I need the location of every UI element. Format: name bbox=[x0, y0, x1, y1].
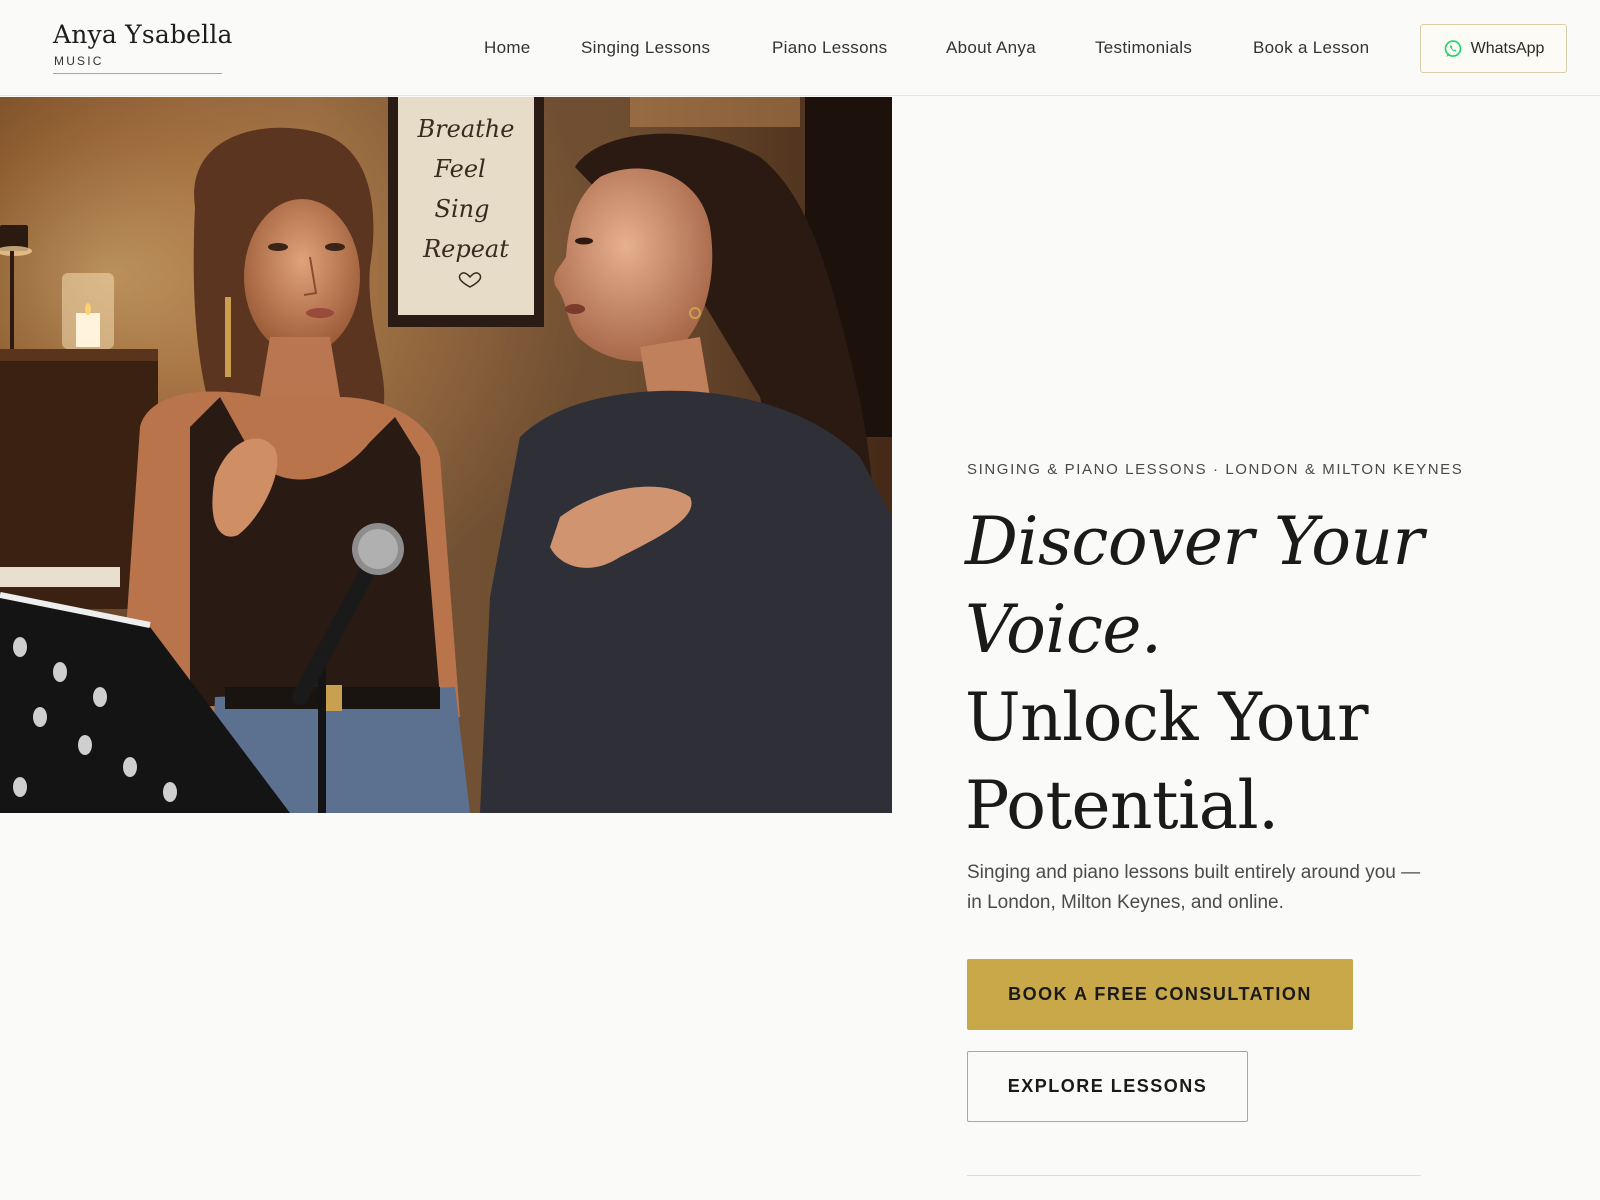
whatsapp-button[interactable]: WhatsApp bbox=[1420, 24, 1567, 73]
headline-line-1: Discover Your bbox=[965, 503, 1424, 580]
section-divider bbox=[967, 1175, 1421, 1176]
whatsapp-label: WhatsApp bbox=[1470, 39, 1545, 57]
headline-line-3: Unlock Your bbox=[965, 679, 1369, 756]
headline-line-2: Voice. bbox=[965, 591, 1162, 668]
nav-link-home[interactable]: Home bbox=[484, 38, 531, 58]
svg-text:Feel: Feel bbox=[433, 155, 485, 183]
nav-link-piano-lessons[interactable]: Piano Lessons bbox=[772, 38, 887, 58]
svg-text:Repeat: Repeat bbox=[422, 235, 509, 263]
hero-photo: Breathe Feel Sing Repeat bbox=[0, 97, 892, 813]
book-consultation-button[interactable]: BOOK A FREE CONSULTATION bbox=[967, 959, 1353, 1030]
nav-link-book-a-lesson[interactable]: Book a Lesson bbox=[1253, 38, 1369, 58]
nav-link-testimonials[interactable]: Testimonials bbox=[1095, 38, 1192, 58]
poster-frame: Breathe Feel Sing Repeat bbox=[388, 97, 544, 327]
svg-text:Sing: Sing bbox=[435, 195, 490, 223]
main-nav: Home Singing Lessons Piano Lessons About… bbox=[0, 38, 1600, 62]
svg-text:Breathe: Breathe bbox=[417, 115, 515, 143]
whatsapp-icon bbox=[1444, 39, 1461, 57]
nav-link-about-anya[interactable]: About Anya bbox=[946, 38, 1036, 58]
site-header: Anya Ysabella MUSIC Home Singing Lessons… bbox=[0, 0, 1600, 96]
hero-headline: Discover Your Voice. Unlock Your Potenti… bbox=[965, 498, 1525, 850]
hero-eyebrow: SINGING & PIANO LESSONS · LONDON & MILTO… bbox=[967, 461, 1464, 478]
headline-line-4: Potential. bbox=[965, 767, 1279, 844]
nav-link-singing-lessons[interactable]: Singing Lessons bbox=[581, 38, 710, 58]
hero-subtext: Singing and piano lessons built entirely… bbox=[967, 862, 1421, 913]
explore-lessons-button[interactable]: EXPLORE LESSONS bbox=[967, 1051, 1248, 1122]
